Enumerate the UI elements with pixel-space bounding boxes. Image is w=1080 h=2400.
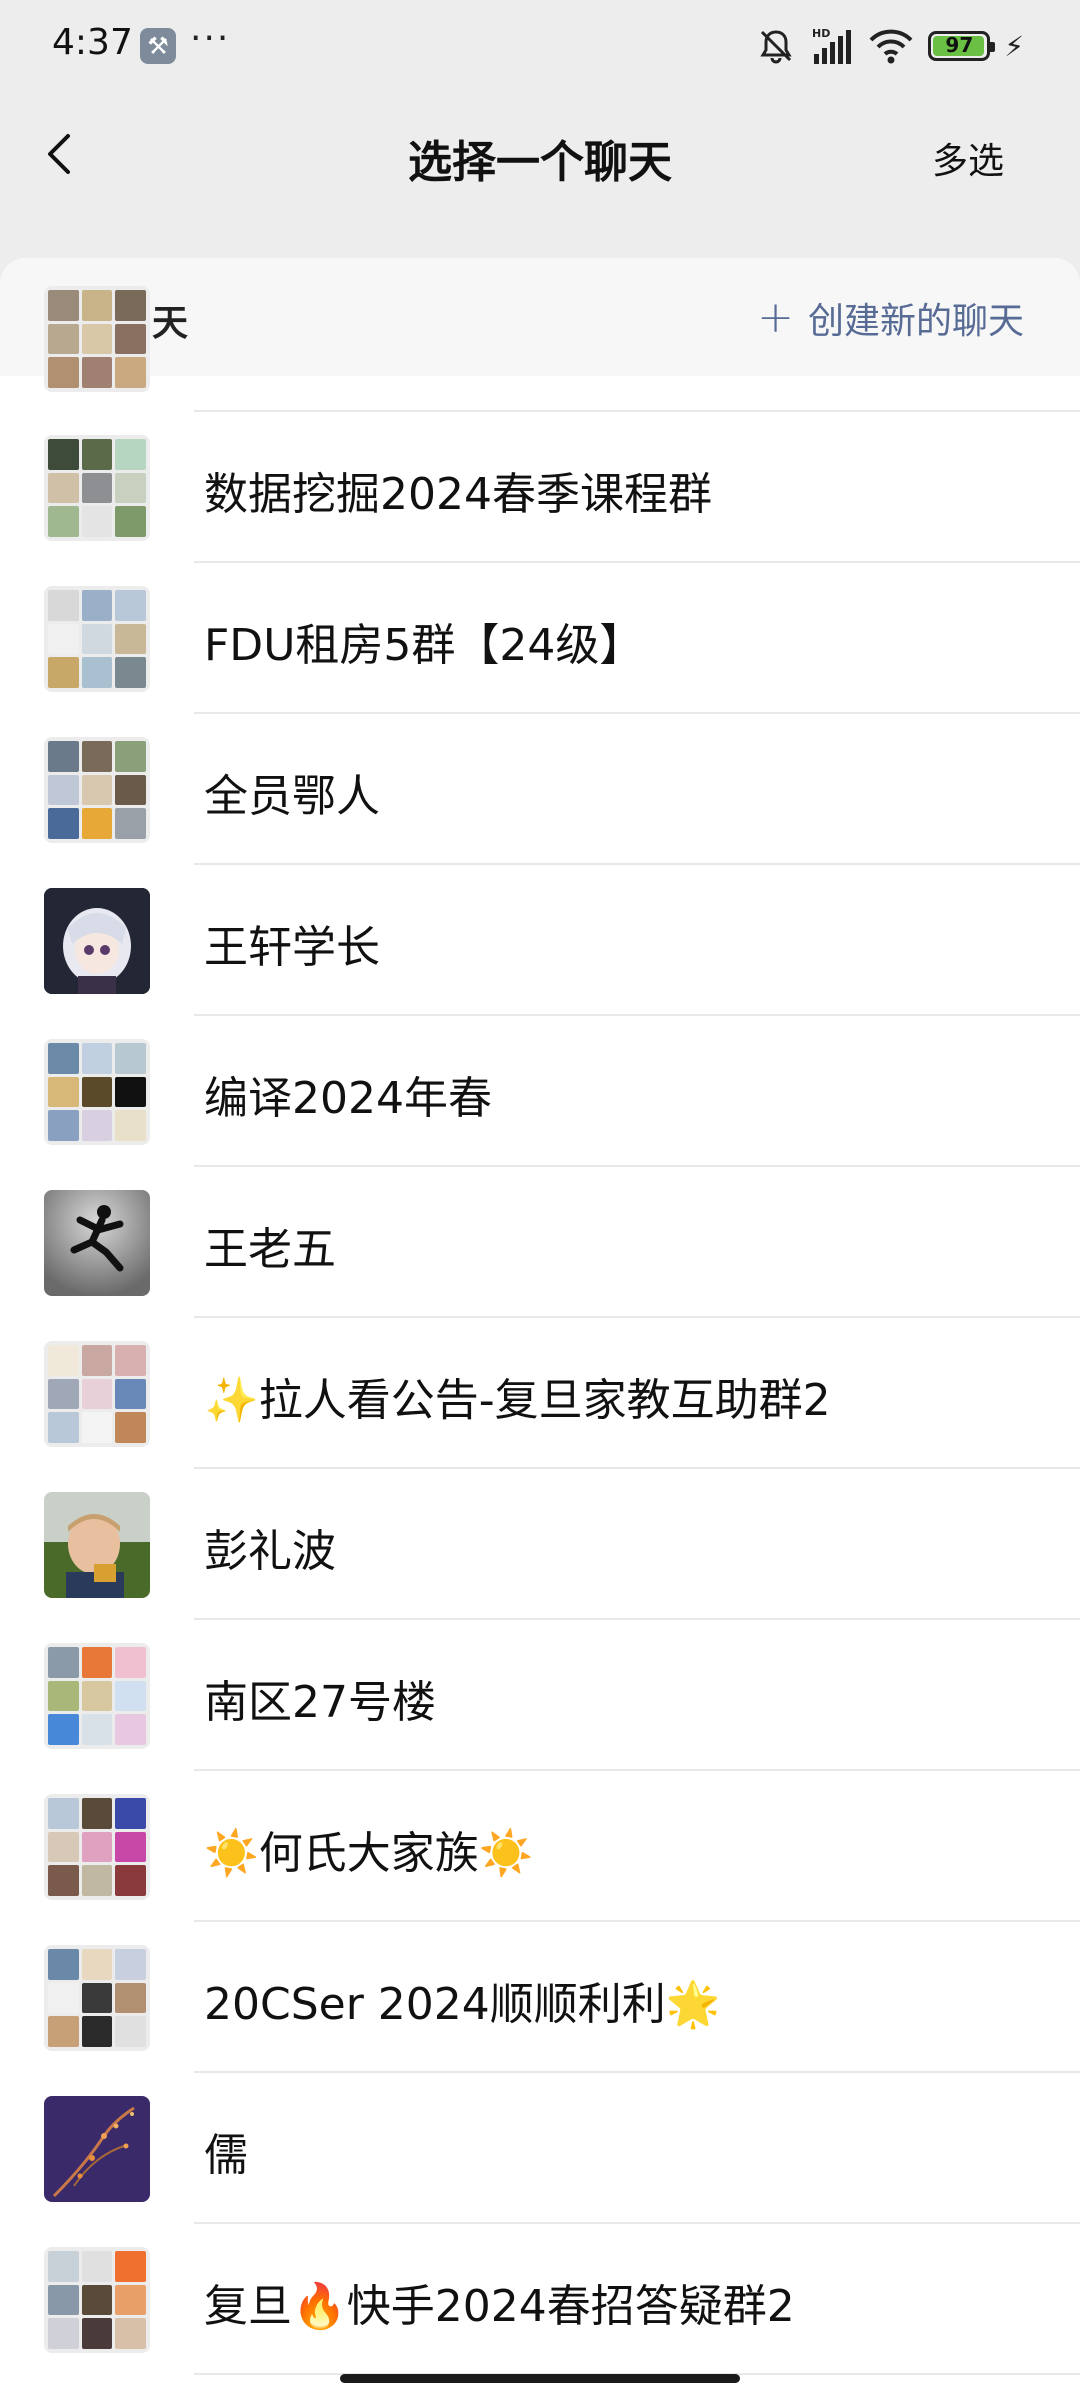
chat-name: 儒 xyxy=(204,2130,248,2181)
chat-name: 王轩学长 xyxy=(204,922,380,973)
list-item[interactable]: 数据挖掘2024春季课程群 xyxy=(0,412,1080,563)
chat-selection-sheet: 最近聊天 + 创建新的聊天 数据挖掘2024春季课程群 FDU租房5群【24级】 xyxy=(0,258,1080,2400)
create-new-chat-label: 创建新的聊天 xyxy=(807,301,1024,342)
page-title: 选择一个聊天 xyxy=(408,137,672,188)
recent-chats-header: 最近聊天 + 创建新的聊天 xyxy=(0,258,1080,376)
battery-icon: 97 xyxy=(928,31,996,61)
chat-avatar xyxy=(44,2096,150,2202)
chat-avatar xyxy=(44,1492,150,1598)
chat-list: 数据挖掘2024春季课程群 FDU租房5群【24级】 全员鄂人 王轩学长 编译2… xyxy=(0,286,1080,2375)
list-item[interactable]: 儒 xyxy=(0,2073,1080,2224)
signal-icon: HD xyxy=(812,27,852,64)
chat-name: FDU租房5群【24级】 xyxy=(204,620,644,671)
chat-name: 全员鄂人 xyxy=(204,771,380,822)
chat-avatar xyxy=(44,1341,150,1447)
chat-avatar xyxy=(44,737,150,843)
list-item[interactable]: 彭礼波 xyxy=(0,1469,1080,1620)
list-item[interactable]: 南区27号楼 xyxy=(0,1620,1080,1771)
chat-avatar xyxy=(44,286,150,392)
list-item[interactable]: 王老五 xyxy=(0,1167,1080,1318)
plus-icon: + xyxy=(757,292,794,343)
chat-name: 20CSer 2024顺顺利利🌟 xyxy=(204,1979,721,2030)
chat-avatar xyxy=(44,1039,150,1145)
chat-name: 南区27号楼 xyxy=(204,1677,436,1728)
chat-avatar xyxy=(44,586,150,692)
chat-name: ✨拉人看公告-复旦家教互助群2 xyxy=(204,1375,831,1426)
status-bar: 4:37 ⚒ ··· HD 97 ⚡ xyxy=(0,0,1080,92)
chat-avatar xyxy=(44,1190,150,1296)
chat-name: 彭礼波 xyxy=(204,1526,336,1577)
status-time: 4:37 xyxy=(52,22,133,63)
list-item[interactable]: ✨拉人看公告-复旦家教互助群2 xyxy=(0,1318,1080,1469)
status-icons: HD 97 ⚡ xyxy=(756,26,1024,66)
chat-avatar xyxy=(44,435,150,541)
battery-level: 97 xyxy=(945,33,974,57)
chat-avatar xyxy=(44,1794,150,1900)
wifi-icon xyxy=(869,29,913,64)
chat-avatar xyxy=(44,1643,150,1749)
chat-name: 王老五 xyxy=(204,1224,336,1275)
list-item[interactable]: 王轩学长 xyxy=(0,865,1080,1016)
chat-name: 复旦🔥快手2024春招答疑群2 xyxy=(204,2281,795,2332)
home-indicator[interactable] xyxy=(340,2374,740,2383)
wrench-icon: ⚒ xyxy=(140,28,176,64)
chat-name: 数据挖掘2024春季课程群 xyxy=(204,469,712,520)
chat-avatar xyxy=(44,1945,150,2051)
svg-text:HD: HD xyxy=(812,27,830,40)
list-item[interactable]: 20CSer 2024顺顺利利🌟 xyxy=(0,1922,1080,2073)
bell-off-icon xyxy=(760,30,792,64)
list-item[interactable]: ☀️何氏大家族☀️ xyxy=(0,1771,1080,1922)
chat-avatar xyxy=(44,2247,150,2353)
header: 选择一个聊天 多选 xyxy=(0,92,1080,220)
list-item[interactable]: 全员鄂人 xyxy=(0,714,1080,865)
chat-name: 编译2024年春 xyxy=(204,1073,492,1124)
create-new-chat-button[interactable]: + 创建新的聊天 xyxy=(757,292,1024,344)
multi-select-button[interactable]: 多选 xyxy=(932,132,1004,184)
chat-avatar xyxy=(44,888,150,994)
list-item-partial[interactable] xyxy=(0,286,1080,412)
chat-name: ☀️何氏大家族☀️ xyxy=(204,1828,534,1879)
list-item[interactable]: FDU租房5群【24级】 xyxy=(0,563,1080,714)
more-notifications-icon: ··· xyxy=(190,18,231,59)
list-item[interactable]: 复旦🔥快手2024春招答疑群2 xyxy=(0,2224,1080,2375)
list-item[interactable]: 编译2024年春 xyxy=(0,1016,1080,1167)
charging-icon: ⚡ xyxy=(1004,29,1024,63)
